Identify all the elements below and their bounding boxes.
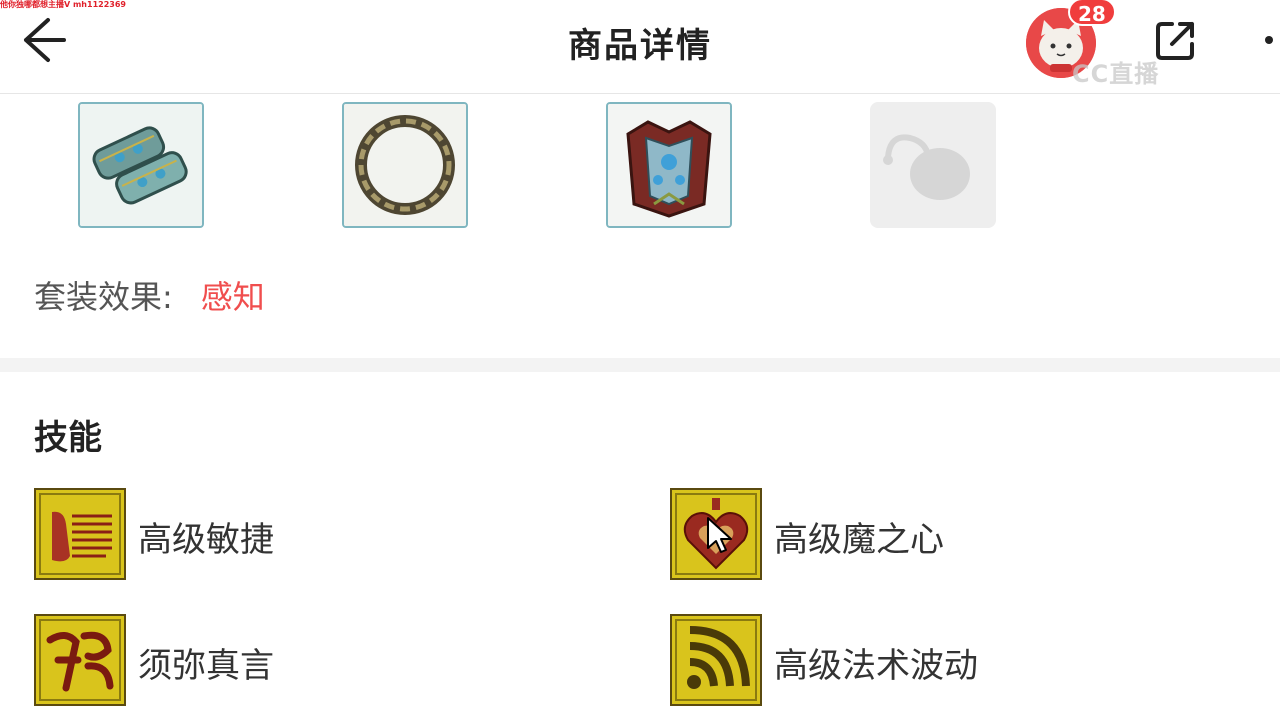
skills-heading: 技能 <box>34 418 102 458</box>
demon-heart-skill-icon <box>670 488 762 580</box>
product-detail-page: 商品详情 28 CC直播 他你独哪都想主播V mh1122369 套装效果: 感… <box>0 0 1280 720</box>
live-stream-logo: CC直播 <box>1072 60 1160 88</box>
skill-item-spell-wave[interactable]: 高级法术波动 <box>670 614 1230 706</box>
equipment-slot-ring[interactable] <box>342 102 468 228</box>
skill-name: 须弥真言 <box>138 646 274 686</box>
equipment-slot-bracers[interactable] <box>78 102 204 228</box>
skill-item-demon-heart[interactable]: 高级魔之心 <box>670 488 1230 580</box>
equipment-row <box>0 96 1280 236</box>
skill-name: 高级敏捷 <box>138 520 274 560</box>
ring-icon <box>344 104 466 226</box>
bracers-icon <box>80 104 202 226</box>
stream-watermark: 他你独哪都想主播V mh1122369 <box>0 0 126 9</box>
set-effect-row: 套装效果: 感知 <box>34 272 265 318</box>
notification-badge: 28 <box>1068 0 1116 26</box>
empty-pouch-icon <box>883 134 970 200</box>
equipment-slot-armor[interactable] <box>606 102 732 228</box>
set-effect-value: 感知 <box>200 278 265 316</box>
top-nav-bar: 商品详情 28 CC直播 <box>0 0 1280 94</box>
armor-icon <box>608 104 730 226</box>
set-effect-label: 套装效果: <box>34 278 173 316</box>
skill-item-agility[interactable]: 高级敏捷 <box>34 488 594 580</box>
equipment-slot-empty[interactable] <box>870 102 996 228</box>
section-divider <box>0 358 1280 372</box>
skill-name: 高级法术波动 <box>774 646 978 686</box>
sumeru-mantra-skill-icon <box>34 614 126 706</box>
spell-wave-skill-icon <box>670 614 762 706</box>
agility-skill-icon <box>34 488 126 580</box>
skill-name: 高级魔之心 <box>774 520 944 560</box>
more-menu-icon[interactable] <box>1265 36 1273 44</box>
skill-item-sumeru-mantra[interactable]: 须弥真言 <box>34 614 594 706</box>
